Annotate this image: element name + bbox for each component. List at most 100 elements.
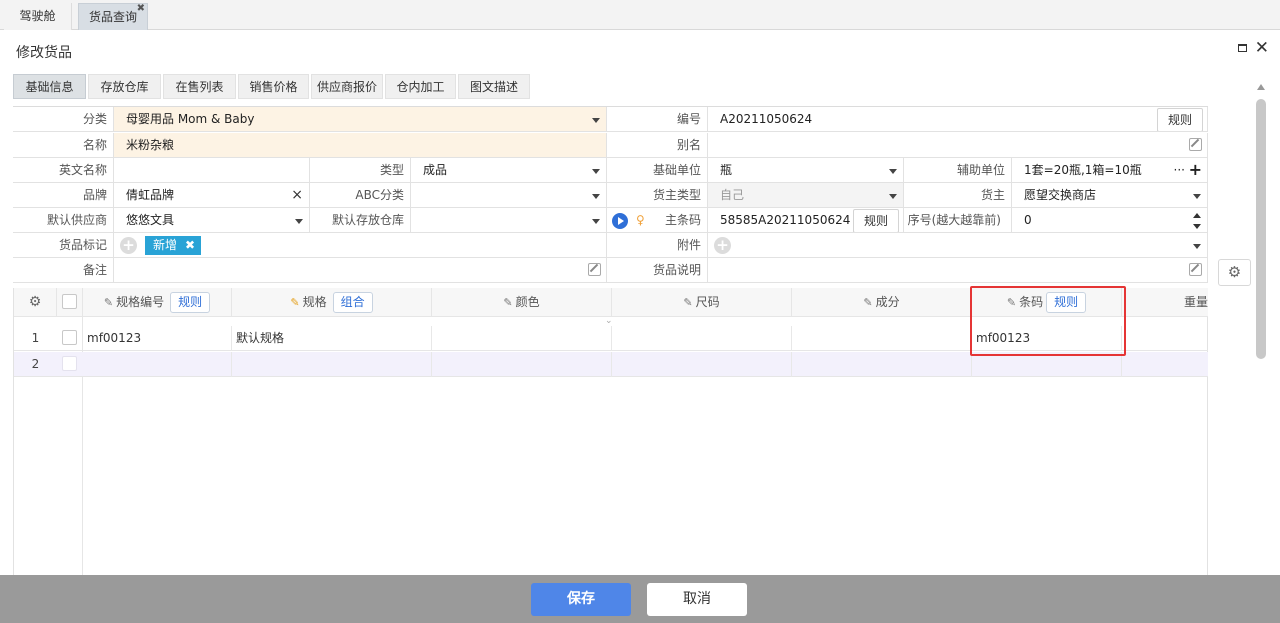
add-unit-icon[interactable]: + bbox=[1189, 158, 1202, 182]
cell-composition[interactable] bbox=[792, 352, 972, 377]
row-checkbox[interactable] bbox=[62, 356, 77, 371]
owner-type-select[interactable]: 自己 bbox=[708, 183, 904, 208]
cell-size[interactable] bbox=[612, 352, 792, 377]
col-spec: ✎ 规格 组合 bbox=[232, 288, 432, 317]
type-label: 类型 bbox=[310, 158, 411, 183]
chevron-down-icon bbox=[295, 219, 303, 224]
name-input[interactable]: 米粉杂粮 bbox=[114, 133, 607, 158]
pencil-icon: ✎ bbox=[863, 296, 873, 309]
tab-warehouse-processing[interactable]: 仓内加工 bbox=[385, 74, 456, 99]
cell-color[interactable] bbox=[432, 352, 612, 377]
cell-spec-code[interactable] bbox=[83, 352, 232, 377]
spec-code-rule-button[interactable]: 规则 bbox=[170, 292, 211, 313]
add-attachment-icon[interactable]: + bbox=[714, 237, 731, 254]
pin-icon: ♀ bbox=[636, 213, 645, 227]
sequence-label: 序号(越大越靠前) bbox=[904, 208, 1012, 233]
type-select[interactable]: 成品 bbox=[411, 158, 607, 183]
barcode-rule-button[interactable]: 规则 bbox=[852, 209, 899, 232]
pencil-icon: ✎ bbox=[683, 296, 693, 309]
row-checkbox[interactable] bbox=[62, 330, 77, 345]
save-button[interactable]: 保存 bbox=[531, 583, 631, 616]
cell-size[interactable] bbox=[612, 326, 792, 351]
cell-weight[interactable] bbox=[1122, 326, 1208, 351]
column-settings-icon[interactable]: ⚙ bbox=[14, 288, 57, 317]
more-icon[interactable]: ··· bbox=[1174, 158, 1185, 182]
category-select[interactable]: 母婴用品 Mom & Baby bbox=[114, 107, 607, 132]
stepper-icon[interactable] bbox=[1193, 213, 1202, 229]
owner-label: 货主 bbox=[904, 183, 1012, 208]
tab-graphic-description[interactable]: 图文描述 bbox=[458, 74, 530, 99]
abc-class-select[interactable] bbox=[411, 183, 607, 208]
cell-weight[interactable] bbox=[1122, 352, 1208, 377]
col-composition: ✎ 成分 bbox=[792, 288, 972, 317]
barcode-label: ♀ 主条码 bbox=[607, 208, 708, 233]
base-unit-label: 基础单位 bbox=[607, 158, 708, 183]
tab-storage-warehouse[interactable]: 存放仓库 bbox=[88, 74, 161, 99]
col-spec-code: ✎ 规格编号 规则 bbox=[83, 288, 232, 317]
scroll-up-icon[interactable] bbox=[1257, 84, 1265, 90]
tab-supplier-quote[interactable]: 供应商报价 bbox=[311, 74, 383, 99]
edit-icon[interactable] bbox=[1189, 263, 1202, 276]
remove-tag-icon[interactable]: ✖ bbox=[185, 238, 195, 252]
tab-goods-query[interactable]: 货品查询 ✖ bbox=[78, 3, 148, 30]
barcode-column-highlight bbox=[970, 286, 1126, 356]
attachment-field: + bbox=[708, 233, 1208, 258]
name-label: 名称 bbox=[13, 133, 114, 158]
chevron-down-icon bbox=[889, 169, 897, 174]
chevron-down-icon: ⌄ bbox=[605, 316, 613, 326]
aux-unit-input[interactable]: 1套=20瓶,1箱=10瓶 ··· + bbox=[1012, 158, 1208, 183]
chevron-down-icon bbox=[889, 194, 897, 199]
maximize-icon[interactable] bbox=[1238, 44, 1247, 52]
tab-cockpit[interactable]: 驾驶舱 bbox=[4, 3, 72, 30]
pencil-icon: ✎ bbox=[103, 296, 114, 309]
chevron-down-icon bbox=[1193, 194, 1201, 199]
play-icon[interactable] bbox=[612, 213, 628, 229]
settings-gear-icon[interactable]: ⚙ bbox=[1218, 259, 1251, 286]
chevron-down-icon bbox=[592, 194, 600, 199]
alias-input[interactable] bbox=[708, 133, 1208, 158]
cell-spec[interactable]: 默认规格 bbox=[232, 326, 432, 351]
close-icon[interactable]: ✕ bbox=[1255, 38, 1269, 58]
chevron-down-icon[interactable] bbox=[1193, 244, 1201, 249]
close-tab-icon[interactable]: ✖ bbox=[137, 0, 145, 22]
brand-input[interactable]: 倩虹品牌 × bbox=[114, 183, 310, 208]
tab-on-sale-list[interactable]: 在售列表 bbox=[163, 74, 236, 99]
default-warehouse-label: 默认存放仓库 bbox=[310, 208, 411, 233]
cell-composition[interactable] bbox=[792, 326, 972, 351]
clear-icon[interactable]: × bbox=[291, 183, 303, 207]
abc-class-label: ABC分类 bbox=[310, 183, 411, 208]
cell-spec-code[interactable]: mf00123 bbox=[83, 326, 232, 351]
base-unit-select[interactable]: 瓶 bbox=[708, 158, 904, 183]
attachment-label: 附件 bbox=[607, 233, 708, 258]
goods-description-label: 货品说明 bbox=[607, 258, 708, 283]
tab-sale-price[interactable]: 销售价格 bbox=[238, 74, 309, 99]
code-input[interactable]: A20211050624 规则 bbox=[708, 107, 1208, 132]
barcode-input[interactable]: 58585A20211050624 规则 bbox=[708, 208, 904, 233]
remark-input[interactable] bbox=[114, 258, 607, 283]
add-tag-icon[interactable]: + bbox=[120, 237, 137, 254]
remark-label: 备注 bbox=[13, 258, 114, 283]
english-name-label: 英文名称 bbox=[13, 158, 114, 183]
code-rule-button[interactable]: 规则 bbox=[1156, 108, 1203, 131]
edit-icon[interactable] bbox=[1189, 138, 1202, 151]
chevron-down-icon bbox=[592, 169, 600, 174]
default-supplier-select[interactable]: 悠悠文具 bbox=[114, 208, 310, 233]
tab-basic-info[interactable]: 基础信息 bbox=[13, 74, 86, 99]
brand-label: 品牌 bbox=[13, 183, 114, 208]
cell-color[interactable] bbox=[432, 326, 612, 351]
select-all-checkbox[interactable] bbox=[62, 294, 77, 309]
vertical-scrollbar[interactable] bbox=[1256, 99, 1266, 359]
top-tab-bar: 驾驶舱 货品查询 ✖ bbox=[0, 0, 1280, 30]
pencil-icon: ✎ bbox=[503, 296, 513, 309]
spec-combine-button[interactable]: 组合 bbox=[332, 292, 373, 313]
english-name-input[interactable] bbox=[114, 158, 310, 183]
owner-select[interactable]: 愿望交换商店 bbox=[1012, 183, 1208, 208]
default-warehouse-select[interactable] bbox=[411, 208, 607, 233]
cell-spec[interactable] bbox=[232, 352, 432, 377]
edit-icon[interactable] bbox=[588, 263, 601, 276]
col-weight: 重量 bbox=[1183, 295, 1208, 309]
sequence-stepper[interactable]: 0 bbox=[1012, 208, 1208, 233]
cancel-button[interactable]: 取消 bbox=[647, 583, 747, 616]
owner-type-label: 货主类型 bbox=[607, 183, 708, 208]
goods-description-input[interactable] bbox=[708, 258, 1208, 283]
